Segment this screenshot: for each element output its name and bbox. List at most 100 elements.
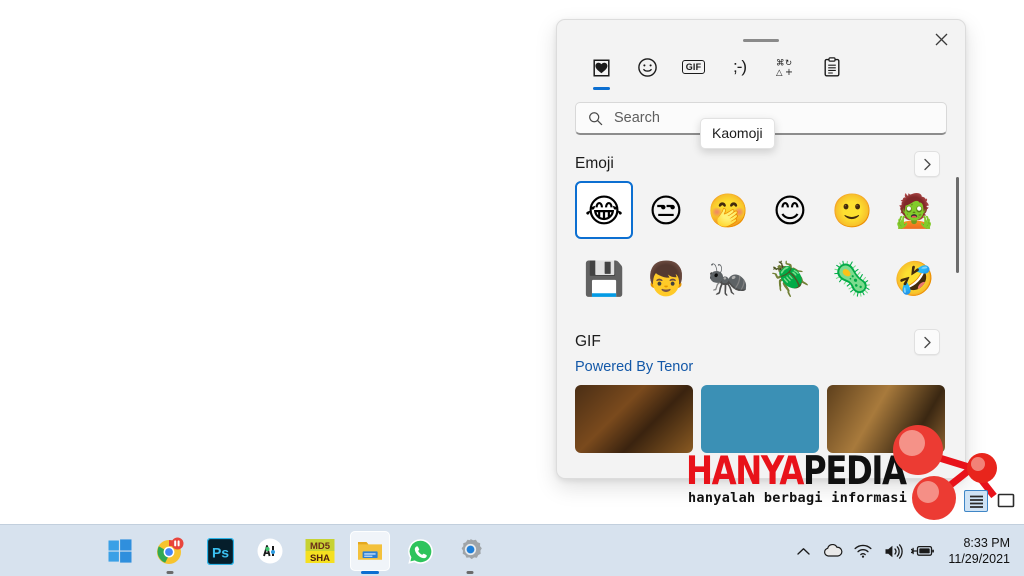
cloud-icon (824, 544, 843, 557)
tab-underline (777, 87, 794, 90)
emoji-smiling-face-with-smiling-eyes[interactable]: 😊 (761, 181, 819, 239)
svg-text:SHA: SHA (310, 553, 330, 564)
monitor-icon[interactable] (994, 490, 1018, 512)
tray-overflow-button[interactable] (788, 534, 818, 568)
emoji-face-with-hand-over-mouth[interactable]: 🤭 (699, 181, 757, 239)
system-tray: 8:33 PM 11/29/2021 (788, 525, 1016, 576)
section-title-gif: GIF (575, 333, 601, 350)
tab-underline (823, 87, 840, 90)
settings-gear-icon (461, 538, 482, 559)
emoji-boy[interactable]: 👦 (637, 249, 695, 307)
svg-text:△: △ (776, 68, 783, 77)
screen: GIF ;-) ⌘ ↻ △ + Search Emoji 😂 😒 🤭 😊 🙂 🧟… (0, 0, 1024, 576)
chevron-right-icon (923, 158, 931, 170)
taskbar-item-start[interactable] (100, 531, 140, 571)
emoji-face-with-tears-of-joy[interactable]: 😂 (575, 181, 633, 239)
battery-charging-icon (911, 545, 935, 556)
whatsapp-icon (407, 538, 433, 564)
emoji-ant[interactable]: 🐜 (699, 249, 757, 307)
emoji-slightly-smiling-face[interactable]: 🙂 (823, 181, 881, 239)
panel-tab-strip: GIF ;-) ⌘ ↻ △ + (557, 54, 965, 98)
photoshop-icon: Ps (206, 537, 234, 565)
tab-underline (731, 87, 748, 90)
tab-symbols[interactable]: ⌘ ↻ △ + (771, 54, 800, 92)
drag-handle[interactable] (743, 39, 779, 42)
md5-sha-icon: MD5 SHA (305, 538, 335, 564)
active-indicator (361, 571, 379, 574)
taskbar: Ps MD5 SHA 8:33 PM 11/29/2021 (0, 524, 1024, 576)
running-indicator (466, 571, 474, 574)
taskbar-item-photoshop[interactable]: Ps (200, 531, 240, 571)
gif-thumbnail-2[interactable] (701, 385, 819, 453)
tray-battery[interactable] (908, 534, 938, 568)
speaker-icon (885, 543, 903, 559)
clipboard-icon (823, 54, 841, 80)
chevron-right-icon (923, 336, 931, 348)
kaomoji-tooltip: Kaomoji (700, 118, 775, 149)
svg-text:⌘: ⌘ (776, 59, 785, 69)
smiley-icon (637, 54, 658, 80)
tab-recently-used[interactable] (587, 54, 616, 92)
tray-onedrive[interactable] (818, 534, 848, 568)
emoji-panel: GIF ;-) ⌘ ↻ △ + Search Emoji 😂 😒 🤭 😊 🙂 🧟… (556, 19, 966, 479)
section-header-emoji: Emoji (557, 149, 965, 179)
close-icon (935, 33, 947, 45)
tab-gif[interactable]: GIF (679, 54, 708, 92)
taskbar-item-ai-app[interactable] (250, 531, 290, 571)
clipboard-heart-icon (592, 54, 611, 80)
windows-logo-icon (108, 539, 132, 563)
panel-scroll-body: Emoji 😂 😒 🤭 😊 🙂 🧟 💾 👦 🐜 🪲 🦠 🤣 GIF Powere… (557, 149, 965, 478)
tab-active-underline (593, 87, 610, 90)
tray-volume[interactable] (878, 534, 908, 568)
gif-thumbnail-3[interactable] (827, 385, 945, 453)
svg-text:Ps: Ps (211, 544, 228, 560)
clock-date: 11/29/2021 (948, 552, 1010, 566)
close-button[interactable] (925, 25, 957, 53)
list-view-icon[interactable] (964, 490, 988, 512)
gif-icon: GIF (681, 54, 706, 80)
taskbar-item-settings[interactable] (450, 531, 490, 574)
chevron-up-icon (797, 547, 810, 555)
taskbar-items: Ps MD5 SHA (100, 525, 490, 576)
symbols-icon: ⌘ ↻ △ + (775, 54, 796, 80)
emoji-grid: 😂 😒 🤭 😊 🙂 🧟 💾 👦 🐜 🪲 🦠 🤣 (557, 181, 965, 311)
ai-app-icon (257, 538, 283, 564)
tab-underline (639, 87, 656, 90)
gif-see-more-button[interactable] (914, 329, 940, 355)
chrome-icon (157, 537, 184, 564)
taskbar-item-file-explorer[interactable] (350, 531, 390, 574)
section-title-emoji: Emoji (575, 155, 614, 172)
emoji-zombie[interactable]: 🧟 (885, 181, 943, 239)
emoji-floppy-disk[interactable]: 💾 (575, 249, 633, 307)
panel-titlebar (557, 20, 965, 54)
gif-thumbnail-strip (557, 385, 965, 453)
taskbar-item-chrome[interactable] (150, 531, 190, 574)
taskbar-item-md5-sha[interactable]: MD5 SHA (300, 531, 340, 571)
tab-underline (685, 87, 702, 90)
svg-text:MD5: MD5 (310, 541, 331, 552)
svg-text:+: + (785, 67, 793, 77)
file-explorer-icon (358, 542, 382, 560)
powered-by-tenor-link[interactable]: Powered By Tenor (557, 359, 965, 375)
mini-icon-group (964, 490, 1018, 512)
clock-time: 8:33 PM (963, 536, 1010, 550)
gif-label: GIF (681, 60, 706, 74)
taskbar-clock[interactable]: 8:33 PM 11/29/2021 (948, 535, 1010, 567)
emoji-beetle[interactable]: 🪲 (761, 249, 819, 307)
kaomoji-icon: ;-) (732, 54, 747, 80)
tray-network[interactable] (848, 534, 878, 568)
tab-kaomoji[interactable]: ;-) (725, 54, 754, 92)
taskbar-item-whatsapp[interactable] (400, 531, 440, 571)
tab-clipboard[interactable] (817, 54, 846, 92)
search-icon (589, 111, 603, 125)
gif-thumbnail-1[interactable] (575, 385, 693, 453)
wifi-icon (854, 544, 872, 558)
running-indicator (166, 571, 174, 574)
tab-emoji[interactable] (633, 54, 662, 92)
emoji-rolling-on-the-floor-laughing[interactable]: 🤣 (885, 249, 943, 307)
panel-scrollbar[interactable] (956, 177, 959, 273)
emoji-unamused-face[interactable]: 😒 (637, 181, 695, 239)
emoji-microbe[interactable]: 🦠 (823, 249, 881, 307)
emoji-see-more-button[interactable] (914, 151, 940, 177)
kaomoji-label: ;-) (732, 57, 747, 76)
